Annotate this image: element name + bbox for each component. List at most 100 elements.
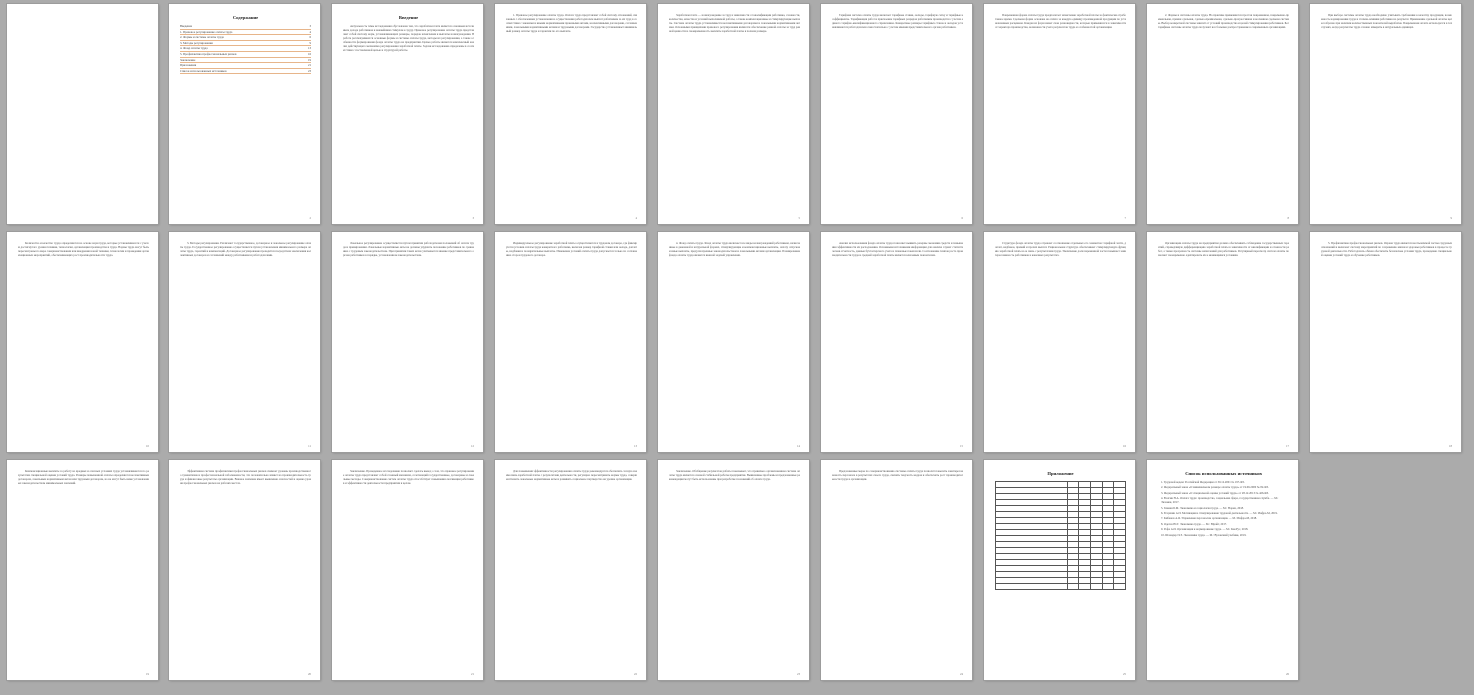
appendix-table [995,481,1126,590]
page-thumbnail[interactable]: При выборе системы оплаты труда необходи… [1310,4,1461,224]
bibliography-item: 6. Егоршин А.П. Мотивация и стимулирован… [1161,511,1278,516]
page-body-text: Индивидуальное регулирование заработной … [506,241,637,258]
toc-entry-label: 1. Правовое регулирование оплаты труда [180,29,233,34]
page-thumbnail[interactable]: Эффективная система профилактики професс… [169,460,320,680]
page-number: 2 [309,216,312,220]
page-number: 9 [1450,216,1453,220]
page-thumbnail[interactable]: Предложенные меры по совершенствованию с… [821,460,972,680]
table-cell [1113,583,1126,590]
bibliography-item: 7. Кибанов А.Я. Управление персоналом ор… [1161,516,1257,521]
page-thumbnail[interactable]: Повременная форма оплаты труда предполаг… [984,4,1135,224]
toc-entry-label: Заключение [180,57,196,62]
page-body-text: 1. Правовое регулирование оплаты труда. … [506,13,637,34]
page-number: 24 [960,672,963,676]
page-body-text: 3. Методы регулирования. Различают госуд… [180,241,311,258]
bibliography-list: 1. Трудовой кодекс Российской Федерации … [1158,480,1289,537]
page-number: 23 [797,672,800,676]
page-body-text: Компенсационные выплаты за работу во вре… [18,469,149,486]
page-body-text: 2. Формы и системы оплаты труда. На прак… [1158,13,1289,30]
bibliography-item: 10. Шлендер П.Э. Экономика труда. — М.: … [1161,532,1247,537]
toc-entry-page: 3 [309,24,312,28]
table-row [995,583,1126,590]
table-cell [1089,583,1103,590]
toc-entry-page: 16 [308,51,311,56]
table-cell [995,583,1068,590]
page-body-text: Заключение. Обобщение результатов работы… [669,469,800,482]
page-number: 7 [1124,216,1127,220]
page-thumbnail[interactable]: Локальное регулирование осуществляется п… [332,232,483,452]
page-thumbnail[interactable]: 5. Профилактика профессиональных рисков.… [1310,232,1461,452]
toc-entry-label: 2. Формы и системы оплаты труда [180,35,224,40]
toc-entry-page: 23 [308,68,311,73]
page-body-text: Количество и качество труда определяются… [18,241,149,258]
page-thumbnail[interactable]: 4. Фонд оплаты труда. Фонд оплаты труда … [658,232,809,452]
page-number: 26 [1286,672,1289,676]
page-title: Введение [398,15,419,20]
page-body-text: Структура фонда оплаты труда отражает со… [995,241,1126,258]
toc-entry-label: 5. Профилактика профессиональных рисков [180,51,237,56]
page-thumbnail[interactable]: Количество и качество труда определяются… [7,232,158,452]
toc-entry-page: 13 [308,46,311,51]
page-thumbnail[interactable]: Заключение. Проведенное исследование поз… [332,460,483,680]
page-number: 11 [308,444,311,448]
toc-entry-page: 4 [309,29,312,34]
page-thumbnail[interactable]: Организация оплаты труда на предприятии … [1147,232,1298,452]
page-number: 15 [960,444,963,448]
page-thumbnail[interactable]: Тарифная система оплаты труда включает т… [821,4,972,224]
page-body-text: При выборе системы оплаты труда необходи… [1321,13,1453,30]
bibliography-item: 3. Федеральный закон «О специальной оцен… [1161,490,1269,495]
page-body-text: Повременная форма оплаты труда предполаг… [995,13,1126,30]
toc-entry-label: Введение [180,24,193,28]
toc-entry-label: Список использованных источников [180,68,227,73]
document-viewer[interactable]: Содержание Введение 3 1. Правовое регулиров… [0,0,1474,695]
page-body-text: Заработная плата — вознаграждение за тру… [669,13,800,34]
page-body-text: Заключение. Проведенное исследование поз… [343,469,474,486]
table-cell [1101,583,1115,590]
page-thumbnail[interactable]: Заключение. Обобщение результатов работы… [658,460,809,680]
page-thumbnail[interactable]: Введение Актуальность темы исследования о… [332,4,483,224]
page-thumbnail[interactable] [7,4,158,224]
toc-entry-label: 3. Методы регулирования [180,40,213,45]
page-thumbnail[interactable]: 1. Правовое регулирование оплаты труда. … [495,4,646,224]
page-body-text: Тарифная система оплаты труда включает т… [832,13,963,30]
page-title: Содержание [232,15,259,20]
page-thumbnail[interactable]: Компенсационные выплаты за работу во вре… [7,460,158,680]
page-thumbnail[interactable]: Приложение 25 [984,460,1135,680]
page-number: 20 [308,672,311,676]
page-thumbnail[interactable]: Список использованных источников 1. Трудо… [1147,460,1298,680]
page-number: 5 [798,216,801,220]
page-thumbnail[interactable]: Содержание Введение 3 1. Правовое регулиров… [169,4,320,224]
page-number: 16 [1123,444,1126,448]
page-thumbnail[interactable]: Индивидуальное регулирование заработной … [495,232,646,452]
page-number: 18 [1449,444,1452,448]
page-thumbnail[interactable]: Для повышения эффективности регулировани… [495,460,646,680]
page-number: 14 [797,444,800,448]
toc-entry-label: Приложения [180,63,197,68]
page-body-text: Организация оплаты труда на предприятии … [1158,241,1289,258]
page-title: Приложение [1047,471,1074,476]
bibliography-item: 4. Волгин Н.А. Оплата труда: производств… [1161,496,1279,505]
page-title: Список использованных источников [1185,471,1262,476]
toc-entry-page: 19 [308,57,311,62]
bibliography-item: 2. Федеральный закон «О минимальном разм… [1161,485,1269,490]
page-number: 21 [471,672,474,676]
toc-entry[interactable]: Список использованных источников 23 [180,69,311,75]
page-number: 22 [634,672,637,676]
page-thumbnail[interactable]: Заработная плата — вознаграждение за тру… [658,4,809,224]
toc-entry-page: 9 [309,40,312,45]
page-body-text: Локальное регулирование осуществляется п… [343,241,474,258]
toc-entry-page: 6 [309,35,312,40]
page-thumbnail[interactable]: Анализ использования фонда оплаты труда … [821,232,972,452]
toc-entry-page: 21 [308,63,311,68]
table-cell [1078,583,1091,590]
page-number: 8 [1287,216,1290,220]
page-number: 17 [1286,444,1289,448]
page-body-text: Эффективная система профилактики професс… [180,469,311,486]
bibliography-item: 8. Одегов Ю.Г. Экономика труда. — М.: Юр… [1161,521,1227,526]
table-cell [1066,583,1080,590]
page-thumbnail[interactable]: Структура фонда оплаты труда отражает со… [984,232,1135,452]
page-thumbnail[interactable]: 2. Формы и системы оплаты труда. На прак… [1147,4,1298,224]
page-thumbnail[interactable]: 3. Методы регулирования. Различают госуд… [169,232,320,452]
bibliography-item: 1. Трудовой кодекс Российской Федерации … [1161,480,1245,484]
page-number: 12 [471,444,474,448]
